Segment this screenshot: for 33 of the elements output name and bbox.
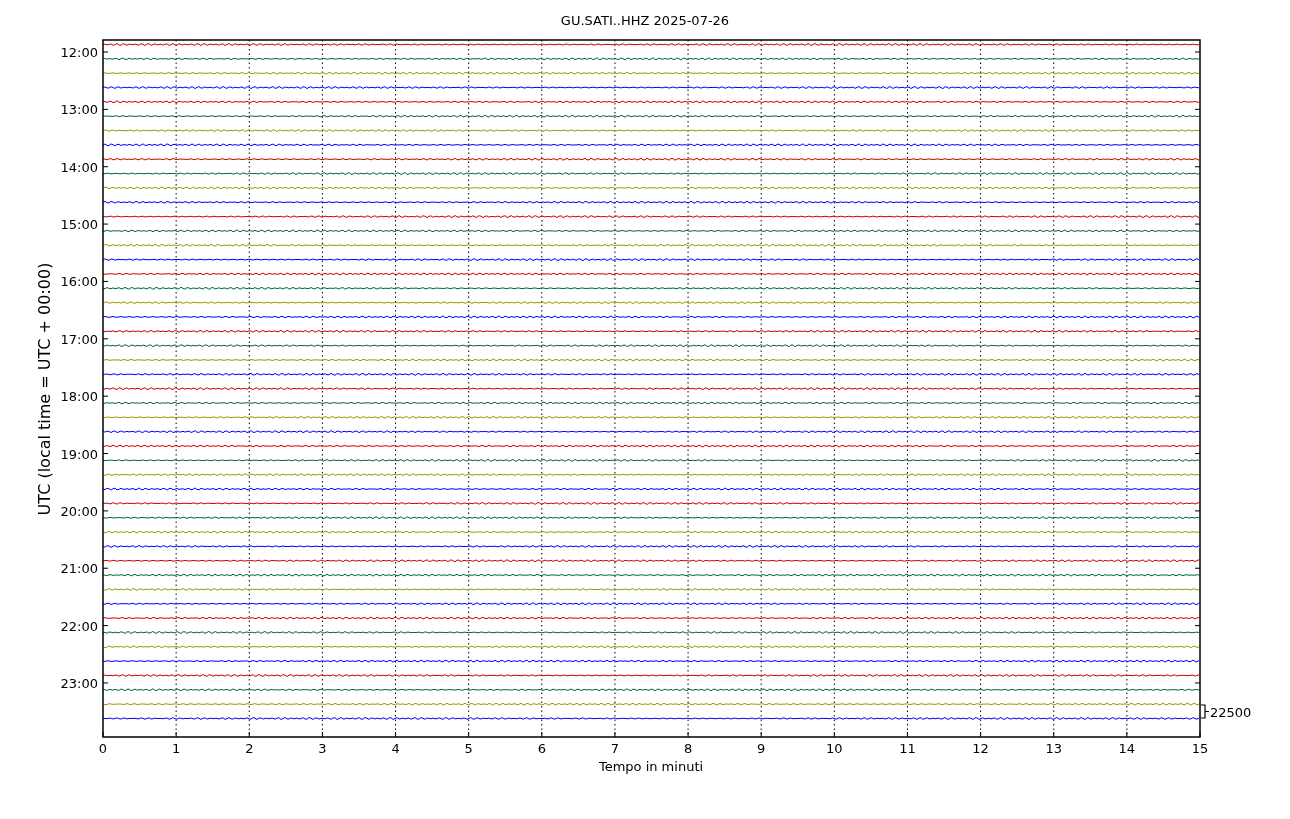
x-tick-label: 10 (826, 741, 843, 756)
x-tick-label: 0 (98, 741, 108, 756)
x-tick-label: 15 (1191, 741, 1209, 756)
x-tick-label: 12 (972, 741, 989, 756)
x-tick-label: 3 (318, 741, 327, 756)
x-tick-label: 5 (464, 741, 473, 756)
y-tick-label: 14:00 (60, 159, 98, 175)
y-tick-label: 17:00 (60, 331, 98, 347)
x-tick-label: 6 (537, 741, 546, 756)
y-tick-label: 23:00 (60, 675, 98, 691)
chart-title: GU.SATI..HHZ 2025-07-26 (560, 13, 730, 28)
x-tick-label: 4 (391, 741, 400, 756)
y-tick-label: 12:00 (60, 45, 98, 60)
y-axis-label: UTC (local time = UTC + 00:00) (35, 262, 54, 516)
x-tick-label: 2 (245, 741, 254, 756)
y-tick-label: 20:00 (60, 503, 98, 519)
y-tick-label: 13:00 (60, 102, 98, 118)
y-tick-label: 18:00 (60, 389, 98, 405)
y-tick-label: 15:00 (60, 217, 98, 233)
x-tick-label: 8 (683, 741, 693, 756)
x-tick-label: 1 (172, 741, 181, 756)
x-tick-label: 11 (899, 741, 916, 756)
y-tick-label: 16:00 (60, 274, 98, 290)
x-tick-label: 13 (1045, 741, 1062, 756)
scale-label: 22500 (1210, 705, 1252, 720)
y-tick-label: 19:00 (60, 446, 98, 462)
x-tick-label: 7 (610, 741, 620, 756)
x-tick-label: 14 (1118, 741, 1136, 756)
y-tick-label: 22:00 (60, 618, 98, 634)
x-axis-label: Tempo in minuti (598, 759, 704, 774)
x-tick-label: 9 (757, 741, 766, 756)
y-tick-label: 21:00 (60, 561, 98, 577)
scale-bracket-icon (1200, 704, 1210, 719)
